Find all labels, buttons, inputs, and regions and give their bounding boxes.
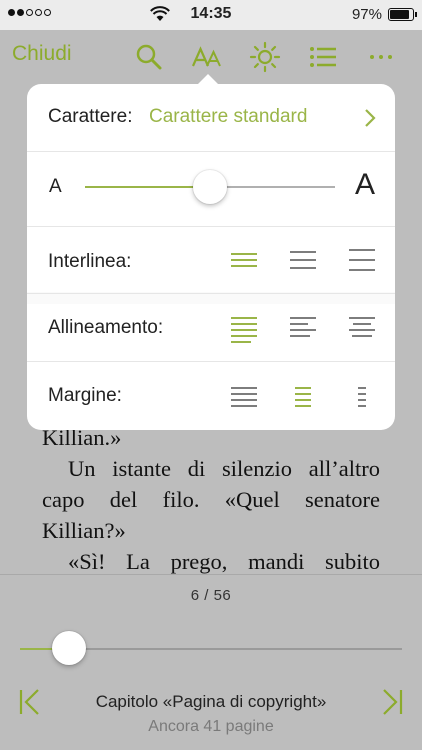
font-value[interactable]: Carattere standard xyxy=(149,106,307,128)
font-size-slider-thumb[interactable] xyxy=(193,170,227,204)
close-button[interactable]: Chiudi xyxy=(12,42,72,66)
progress-track[interactable] xyxy=(69,648,402,650)
page-indicator: 6 / 56 xyxy=(190,587,232,604)
text-line: Killian?» xyxy=(42,518,126,543)
font-size-track[interactable] xyxy=(210,186,335,188)
font-size-track-filled xyxy=(85,186,210,188)
line-spacing-row: Interlinea: xyxy=(27,226,395,294)
alignment-row: Allineamento: xyxy=(27,294,395,362)
chapter-title: Capitolo «Pagina di copyright» xyxy=(95,692,327,711)
margin-label: Margine: xyxy=(48,385,122,406)
line-spacing-tight-icon[interactable] xyxy=(229,245,259,275)
pages-remaining: Ancora 41 pagine xyxy=(148,718,274,735)
alignment-label: Allineamento: xyxy=(48,317,164,338)
margin-medium-icon[interactable] xyxy=(288,381,318,411)
page-navigation: 6 / 56 Capitolo «Pagina di copyright» An… xyxy=(0,574,422,750)
progress-slider-thumb[interactable] xyxy=(52,631,87,665)
line-spacing-normal-icon[interactable] xyxy=(288,245,318,275)
battery-percent: 97% xyxy=(351,6,382,23)
line-spacing-wide-icon[interactable] xyxy=(347,245,377,275)
font-label: Carattere: xyxy=(48,106,133,127)
status-bar: 14:35 97% xyxy=(0,0,422,30)
larger-font-label: A xyxy=(354,168,375,201)
text-line: «Sì! La prego, mandi subito xyxy=(68,549,380,574)
align-left-icon[interactable] xyxy=(288,313,318,343)
popover-arrow xyxy=(198,74,218,84)
smaller-font-label: A xyxy=(49,176,62,197)
align-center-icon[interactable] xyxy=(347,313,377,343)
font-row[interactable]: Carattere: Carattere standard xyxy=(27,84,395,152)
chevron-right-icon[interactable] xyxy=(363,108,377,128)
margin-row: Margine: xyxy=(27,362,395,430)
text-settings-popover: Carattere: Carattere standard A A Interl… xyxy=(27,84,395,430)
line-spacing-label: Interlinea: xyxy=(48,251,132,272)
align-justify-icon[interactable] xyxy=(229,313,259,343)
text-line: capo del filo. «Quel senatore xyxy=(42,487,380,512)
brightness-icon[interactable] xyxy=(248,40,282,74)
more-icon[interactable] xyxy=(364,40,398,74)
book-text: Killian.» Un istante di silenzio all’alt… xyxy=(42,422,380,574)
battery-icon xyxy=(388,8,417,21)
next-chapter-icon[interactable] xyxy=(380,687,404,717)
contents-list-icon[interactable] xyxy=(306,40,340,74)
search-icon[interactable] xyxy=(132,40,166,74)
margin-narrow-icon[interactable] xyxy=(229,381,259,411)
text-line: Un istante di silenzio all’altro xyxy=(68,456,380,481)
font-size-icon[interactable] xyxy=(190,40,224,74)
margin-wide-icon[interactable] xyxy=(347,381,377,411)
